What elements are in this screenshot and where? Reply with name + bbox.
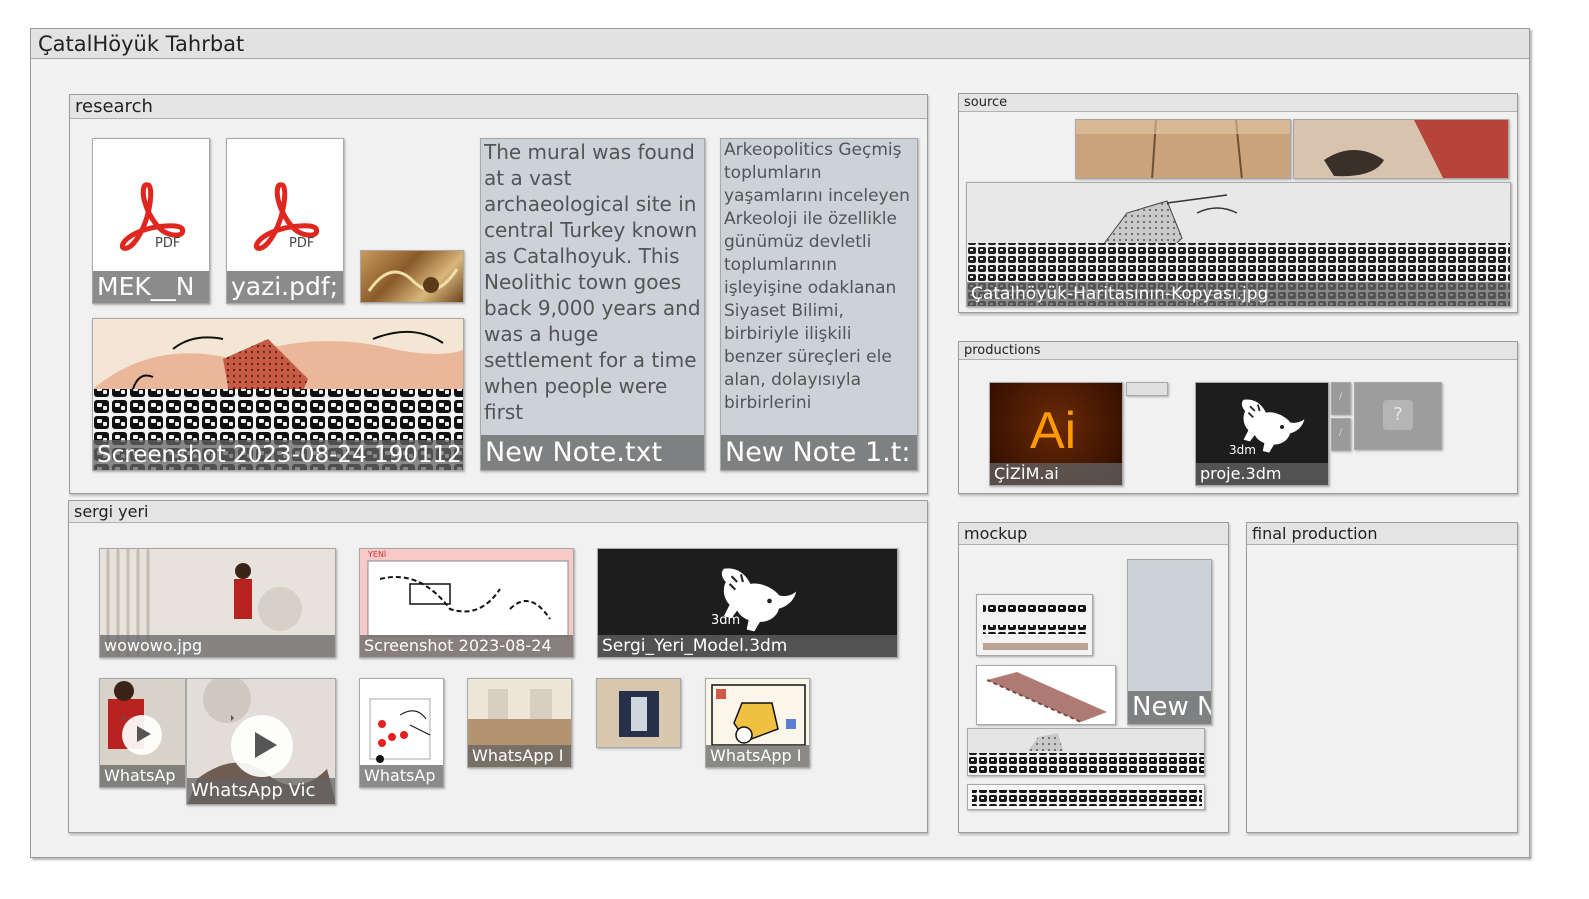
illustrator-file[interactable]: Ai ÇİZİM.ai xyxy=(989,382,1123,486)
board-title: ÇatalHöyük Tahrbat xyxy=(31,29,1529,59)
rhino-project-file[interactable]: 3dm proje.3dm xyxy=(1195,382,1329,486)
map-image xyxy=(968,733,1204,775)
file-name: WhatsAp xyxy=(360,765,443,787)
group-research-title: research xyxy=(70,95,927,119)
group-source-title: source xyxy=(959,94,1517,112)
painting-image xyxy=(367,268,459,293)
mini-item-label: / xyxy=(1339,392,1343,402)
mockup-map-1[interactable] xyxy=(967,728,1205,776)
pdf-file-yazi[interactable]: PDF yazi.pdf; xyxy=(226,138,344,304)
corridor-photo[interactable] xyxy=(596,678,681,748)
file-name: New N xyxy=(1128,691,1211,724)
group-source[interactable]: source Çatalhöyük-Haritasının-Kopyası.jp… xyxy=(958,93,1518,313)
group-productions-title: productions xyxy=(959,342,1517,360)
file-name: Sergi_Yeri_Model.3dm xyxy=(598,635,897,657)
unknown-file[interactable]: ? xyxy=(1354,382,1442,450)
file-name: New Note 1.t: xyxy=(721,435,917,470)
yeni-label: YENİ xyxy=(368,550,387,559)
file-name: MEK__N xyxy=(93,271,209,303)
file-name: yazi.pdf; xyxy=(227,271,343,303)
mini-item-label: / xyxy=(1339,428,1343,438)
file-name: WhatsAp xyxy=(100,765,185,787)
board[interactable]: ÇatalHöyük Tahrbat research PDF MEK__N P… xyxy=(30,28,1530,858)
corridor-image xyxy=(597,679,680,747)
mini-item-2[interactable]: / xyxy=(1331,418,1351,451)
group-productions[interactable]: productions Ai ÇİZİM.ai 3dm proje.3dm / … xyxy=(958,341,1518,494)
mural-sketch-screenshot[interactable]: Screenshot 2023-08-24 190112 xyxy=(92,318,464,471)
mockup-note[interactable]: New N xyxy=(1127,559,1212,725)
text-note-new-note[interactable]: The mural was found at a vast archaeolog… xyxy=(480,138,705,471)
map-strip-image xyxy=(972,790,1202,806)
group-mockup-title: mockup xyxy=(959,523,1228,545)
model-label: 3dm xyxy=(1229,443,1256,457)
model-label: 3dm xyxy=(711,613,741,628)
photo-wowowo[interactable]: wowowo.jpg xyxy=(99,548,336,658)
file-name: wowowo.jpg xyxy=(100,635,335,657)
group-mockup[interactable]: mockup New N xyxy=(958,522,1229,833)
stone-image xyxy=(1076,120,1290,178)
file-name: New Note.txt xyxy=(481,435,704,470)
file-name: Screenshot 2023-08-24 190112 xyxy=(93,440,463,470)
mockup-map-2[interactable] xyxy=(967,784,1205,810)
file-name: Çatalhöyük-Haritasının-Kopyası.jpg xyxy=(967,282,1510,306)
file-name: proje.3dm xyxy=(1196,463,1328,485)
strips-image xyxy=(983,605,1088,650)
note-text: The mural was found at a vast archaeolog… xyxy=(484,140,701,424)
group-research[interactable]: research PDF MEK__N PDF yazi.pdf; Screen… xyxy=(69,94,928,494)
video-whatsapp-2[interactable]: WhatsApp Vic xyxy=(186,678,336,805)
mini-item-1[interactable]: / xyxy=(1331,382,1351,415)
mockup-3d-render[interactable] xyxy=(976,665,1116,725)
video-whatsapp-1[interactable]: WhatsAp xyxy=(99,678,186,788)
play-icon[interactable] xyxy=(122,715,162,755)
play-triangle-icon xyxy=(137,726,152,743)
file-name: Screenshot 2023-08-24 xyxy=(360,635,573,657)
group-sergi-yeri-title: sergi yeri xyxy=(69,501,927,523)
empty-small-item[interactable] xyxy=(1126,382,1168,396)
rhino-model-sergi[interactable]: 3dm Sergi_Yeri_Model.3dm xyxy=(597,548,898,658)
group-sergi-yeri[interactable]: sergi yeri wowowo.jpg YENİ Screenshot 20… xyxy=(68,500,928,833)
render-image xyxy=(986,672,1107,723)
pdf-file-mek[interactable]: PDF MEK__N xyxy=(92,138,210,304)
screenshot-plan[interactable]: YENİ Screenshot 2023-08-24 xyxy=(359,548,574,658)
stone-tablet-photo[interactable] xyxy=(1075,119,1291,179)
catalhoyuk-map[interactable]: Çatalhöyük-Haritasının-Kopyası.jpg xyxy=(966,182,1511,307)
file-name: ÇİZİM.ai xyxy=(990,463,1122,485)
group-final-production[interactable]: final production xyxy=(1246,522,1518,833)
whatsapp-sketch[interactable]: WhatsAp xyxy=(359,678,444,788)
excavation-photo[interactable] xyxy=(1293,119,1509,179)
whatsapp-room-1[interactable]: WhatsApp I xyxy=(467,678,572,768)
play-icon[interactable] xyxy=(231,715,293,777)
whatsapp-plan-2[interactable]: WhatsApp I xyxy=(705,678,810,768)
file-name: WhatsApp I xyxy=(706,745,809,767)
note-text: Arkeopolitics Geçmiş toplumların yaşamla… xyxy=(724,140,910,413)
play-triangle-icon xyxy=(254,732,277,759)
excavation-image xyxy=(1294,120,1508,178)
painting-thumbnail[interactable] xyxy=(360,250,464,303)
file-name: WhatsApp Vic xyxy=(187,778,335,804)
file-name: WhatsApp I xyxy=(468,745,571,767)
group-final-production-title: final production xyxy=(1247,523,1517,545)
illustrator-icon: Ai xyxy=(1030,402,1077,460)
text-note-new-note-1[interactable]: Arkeopolitics Geçmiş toplumların yaşamla… xyxy=(720,138,918,471)
pdf-label: PDF xyxy=(289,236,315,251)
question-icon: ? xyxy=(1383,400,1413,430)
pdf-label: PDF xyxy=(155,236,181,251)
mockup-strips[interactable] xyxy=(976,594,1093,656)
